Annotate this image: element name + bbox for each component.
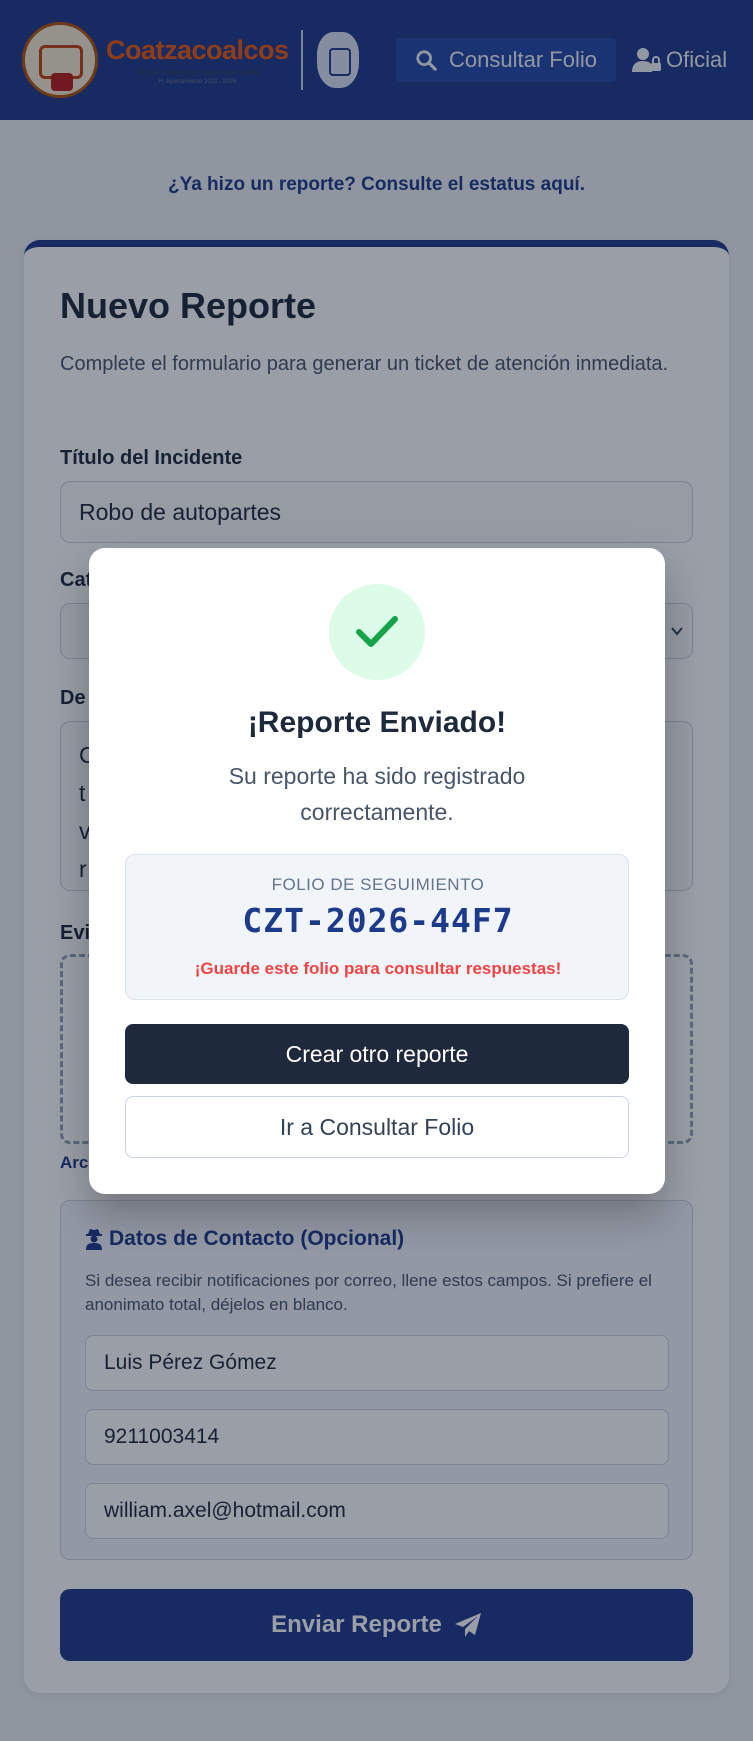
success-modal: ¡Reporte Enviado! Su reporte ha sido reg… [89,548,665,1194]
folio-value[interactable]: CZT-2026-44F7 [126,901,630,940]
folio-label: FOLIO DE SEGUIMIENTO [271,875,485,894]
modal-message: Su reporte ha sido registrado correctame… [228,763,526,825]
go-consult-folio-button[interactable]: Ir a Consultar Folio [125,1096,629,1158]
modal-title: ¡Reporte Enviado! [247,706,507,739]
folio-box: FOLIO DE SEGUIMIENTO CZT-2026-44F7 ¡Guar… [125,854,629,1000]
check-icon [356,616,398,647]
create-another-report-button[interactable]: Crear otro reporte [125,1024,629,1084]
folio-warning: ¡Guarde este folio para consultar respue… [194,959,562,978]
success-badge [329,584,425,680]
